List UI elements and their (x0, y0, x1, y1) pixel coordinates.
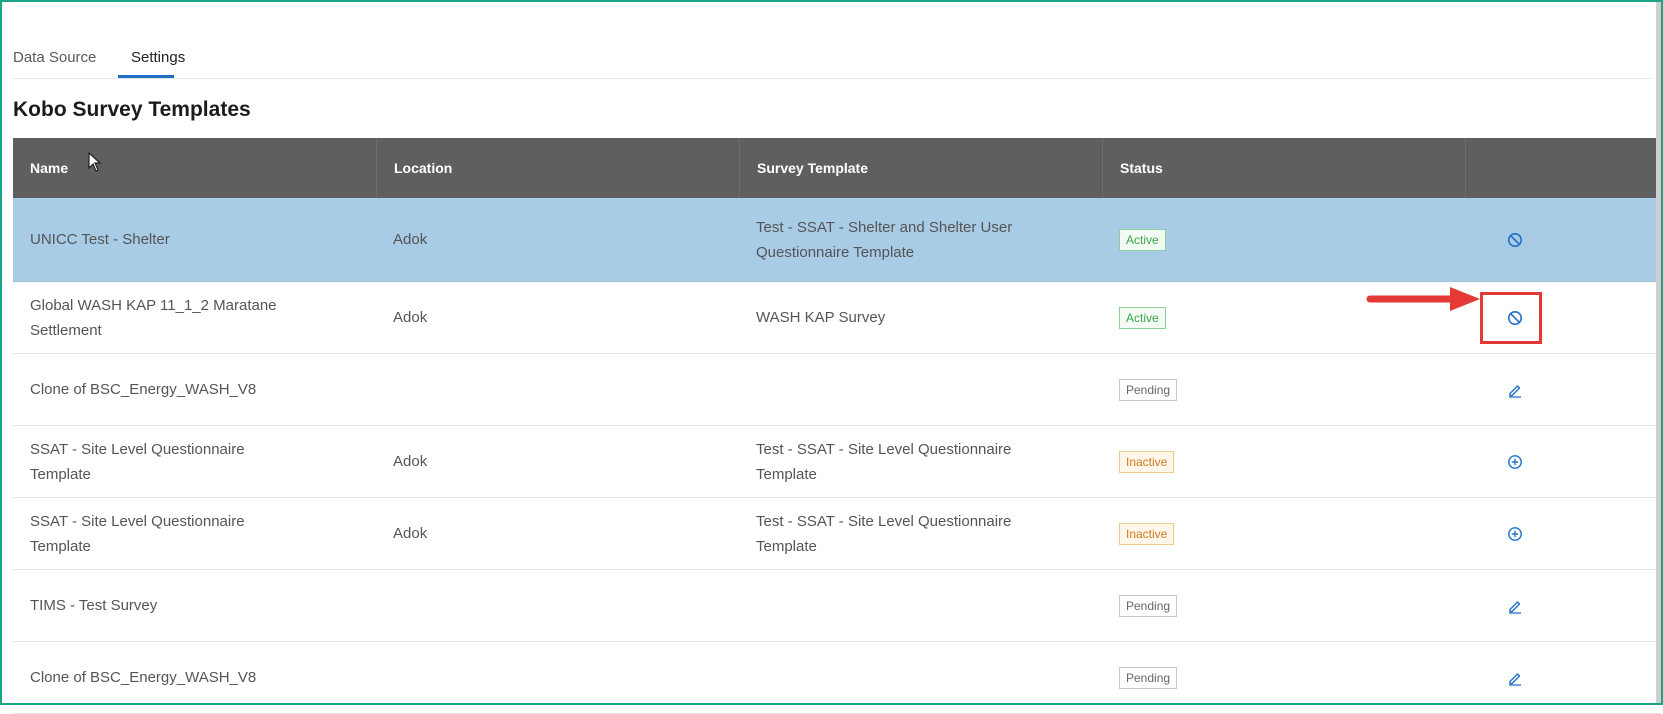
status-badge: Pending (1119, 666, 1178, 689)
page-title: Kobo Survey Templates (13, 98, 251, 121)
table-row[interactable]: SSAT - Site Level Questionnaire Template… (13, 498, 1661, 570)
edit-icon (1507, 382, 1523, 398)
tab-bar: Data Source Settings (13, 0, 1653, 79)
cell-survey-template (739, 354, 1102, 425)
cell-name: Global WASH KAP 11_1_2 Maratane Settleme… (30, 296, 277, 339)
tab-data-source[interactable]: Data Source (13, 49, 96, 66)
edit-button[interactable] (1503, 378, 1527, 402)
cell-survey-template: Test - SSAT - Shelter and Shelter User Q… (756, 218, 1013, 261)
table-body: UNICC Test - Shelter Adok Test - SSAT - Sh… (13, 198, 1661, 714)
status-badge: Active (1119, 306, 1166, 329)
activate-button[interactable] (1503, 522, 1527, 546)
column-header-name[interactable]: Name (13, 138, 376, 198)
status-badge: Pending (1119, 594, 1178, 617)
cell-name: SSAT - Site Level Questionnaire Template (30, 512, 245, 555)
table-row[interactable]: TIMS - Test Survey Pending (13, 570, 1661, 642)
edit-icon (1507, 598, 1523, 614)
cell-status: Active (1102, 198, 1465, 281)
status-badge: Inactive (1119, 450, 1175, 473)
column-header-actions (1465, 138, 1661, 198)
table-header: Name Location Survey Template Status (13, 138, 1661, 198)
disable-button[interactable] (1503, 228, 1527, 252)
add-circle-icon (1507, 526, 1523, 542)
cell-name: UNICC Test - Shelter (30, 231, 170, 248)
active-tab-indicator (118, 75, 174, 78)
cell-survey-template (739, 570, 1102, 641)
table-row[interactable]: UNICC Test - Shelter Adok Test - SSAT - Sh… (13, 198, 1661, 282)
annotation-arrow-icon (1366, 287, 1480, 311)
cell-location: Adok (393, 525, 428, 542)
column-header-survey-template[interactable]: Survey Template (739, 138, 1102, 198)
cell-survey-template: WASH KAP Survey (756, 309, 886, 326)
window-edge (1656, 0, 1663, 705)
table-row[interactable]: Clone of BSC_Energy_WASH_V8 Pending (13, 354, 1661, 426)
cell-location (376, 642, 739, 713)
cell-location: Adok (393, 231, 428, 248)
cell-status: Pending (1102, 354, 1465, 425)
status-badge: Active (1119, 228, 1166, 251)
edit-icon (1507, 670, 1523, 686)
edit-button[interactable] (1503, 594, 1527, 618)
disable-icon (1507, 232, 1523, 248)
table-row[interactable]: Clone of BSC_Energy_WASH_V8 Pending (13, 642, 1661, 714)
status-badge: Inactive (1119, 522, 1175, 545)
cell-location (376, 570, 739, 641)
cell-name: SSAT - Site Level Questionnaire Template (30, 440, 245, 483)
activate-button[interactable] (1503, 450, 1527, 474)
cell-survey-template: Test - SSAT - Site Level Questionnaire T… (756, 440, 1012, 483)
cell-name: TIMS - Test Survey (30, 597, 158, 614)
column-header-status[interactable]: Status (1102, 138, 1465, 198)
templates-table: Name Location Survey Template Status UNI… (13, 138, 1661, 714)
column-header-location[interactable]: Location (376, 138, 739, 198)
cell-status: Inactive (1102, 498, 1465, 569)
cell-location: Adok (393, 309, 428, 326)
cell-name: Clone of BSC_Energy_WASH_V8 (30, 381, 257, 398)
cell-name: Clone of BSC_Energy_WASH_V8 (30, 669, 257, 686)
mouse-cursor-icon (88, 152, 102, 172)
cell-status: Pending (1102, 642, 1465, 713)
cell-survey-template (739, 642, 1102, 713)
edit-button[interactable] (1503, 666, 1527, 690)
cell-status: Pending (1102, 570, 1465, 641)
status-badge: Pending (1119, 378, 1178, 401)
cell-location (376, 354, 739, 425)
annotation-highlight-box (1480, 292, 1542, 344)
tab-settings[interactable]: Settings (131, 49, 185, 66)
add-circle-icon (1507, 454, 1523, 470)
cell-survey-template: Test - SSAT - Site Level Questionnaire T… (756, 512, 1012, 555)
cell-status: Inactive (1102, 426, 1465, 497)
cell-location: Adok (393, 453, 428, 470)
table-row[interactable]: SSAT - Site Level Questionnaire Template… (13, 426, 1661, 498)
